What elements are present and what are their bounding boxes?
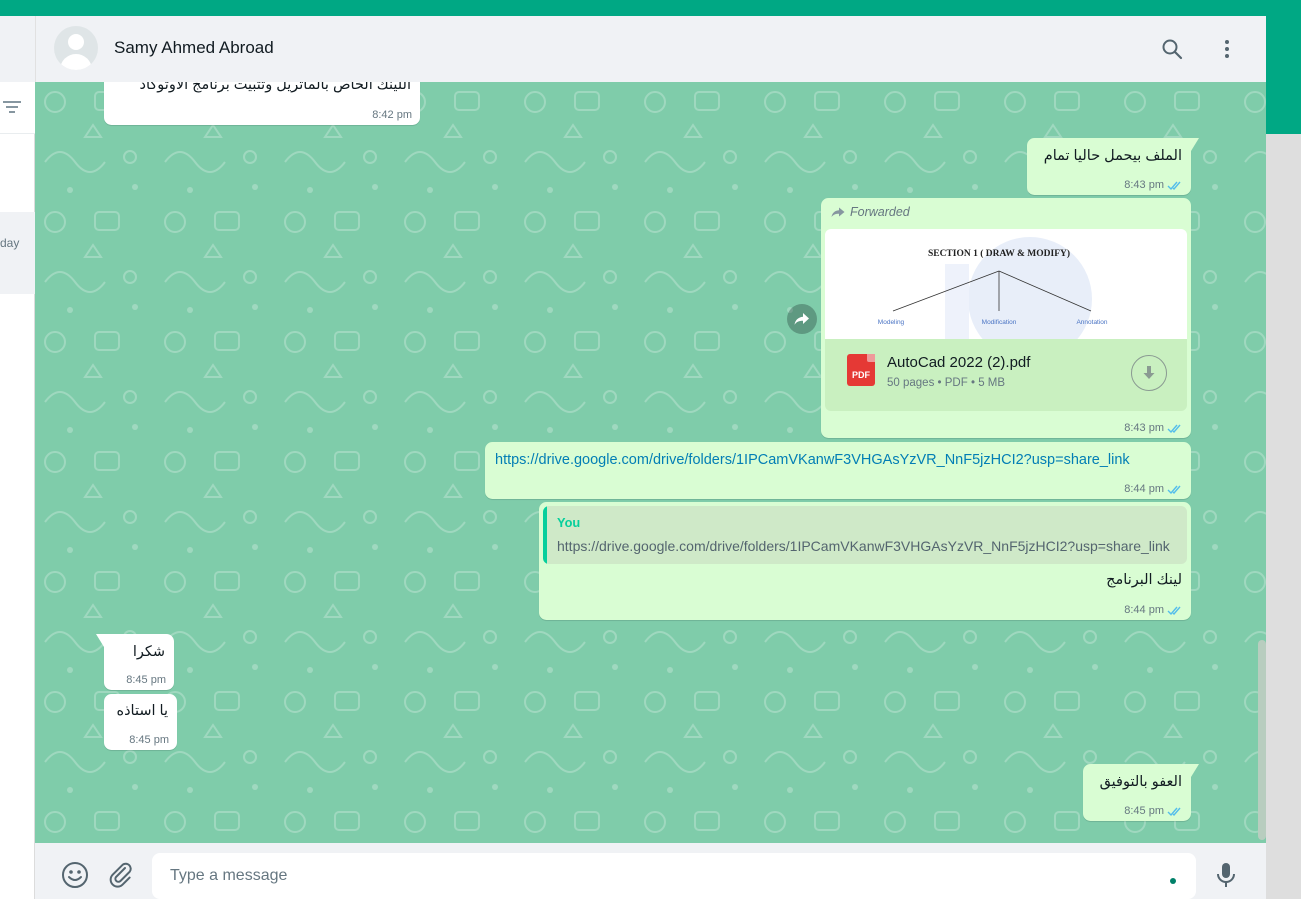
document-file-info: 50 pages • PDF • 5 MB: [887, 377, 1006, 389]
message-input[interactable]: [152, 853, 1196, 899]
message-time: 8:42 pm: [372, 109, 412, 121]
document-card[interactable]: PDF AutoCad 2022 (2).pdf 50 pages • PDF …: [825, 339, 1187, 411]
message-text: يا استاذه: [116, 703, 168, 719]
message-link[interactable]: https://drive.google.com/drive/folders/1…: [495, 452, 1130, 468]
message-outgoing[interactable]: العفو بالتوفيق 8:45 pm: [1083, 764, 1199, 821]
input-status-dot: [1170, 878, 1176, 884]
message-time: 8:45 pm: [126, 674, 166, 686]
quoted-text: https://drive.google.com/drive/folders/1…: [557, 538, 1170, 554]
message-text: العفو بالتوفيق: [1099, 774, 1182, 790]
message-outgoing-link[interactable]: https://drive.google.com/drive/folders/1…: [485, 442, 1191, 499]
message-time: 8:44 pm: [1124, 604, 1164, 616]
preview-node-annotation: Annotation: [1076, 319, 1107, 326]
message-incoming[interactable]: شكرا 8:45 pm: [96, 634, 174, 690]
forwarded-label: Forwarded: [831, 205, 910, 219]
message-incoming[interactable]: اللينك الخاص بالماتريل وتثبيت برنامج الا…: [104, 82, 420, 125]
message-composer: [35, 843, 1266, 899]
app-top-bar: [0, 0, 1301, 16]
contact-avatar[interactable]: [54, 26, 98, 70]
attach-icon[interactable]: [107, 861, 135, 889]
preview-node-modeling: Modeling: [878, 319, 905, 326]
message-text: اللينك الخاص بالماتريل وتثبيت برنامج الا…: [139, 82, 411, 93]
read-receipt-icon: [1167, 606, 1181, 615]
download-button[interactable]: [1131, 355, 1167, 391]
message-meta: 8:45 pm: [126, 674, 166, 686]
chat-scrollbar[interactable]: [1258, 640, 1266, 840]
message-time: 8:43 pm: [1124, 422, 1164, 434]
chat-list-item-time: day: [0, 236, 20, 250]
read-receipt-icon: [1167, 485, 1181, 494]
message-text: لينك البرنامج: [1106, 572, 1182, 588]
preview-title: SECTION 1 ( DRAW & MODIFY): [928, 248, 1070, 259]
download-icon: [1143, 366, 1155, 379]
message-incoming[interactable]: يا استاذه 8:45 pm: [104, 694, 177, 750]
message-time: 8:43 pm: [1124, 179, 1164, 191]
preview-node-modification: Modification: [982, 319, 1017, 326]
forward-arrow-icon: [794, 313, 809, 325]
search-icon[interactable]: [1160, 37, 1184, 61]
message-text: الملف بيحمل حاليا تمام: [1043, 148, 1182, 164]
chat-list-panel: day: [0, 16, 35, 899]
message-outgoing-reply[interactable]: You https://drive.google.com/drive/folde…: [539, 502, 1191, 620]
filter-icon[interactable]: [3, 100, 21, 114]
message-meta: 8:45 pm: [1124, 805, 1183, 817]
forward-button[interactable]: [787, 304, 817, 334]
background-accent: [1266, 16, 1301, 134]
message-meta: 8:44 pm: [1124, 483, 1183, 495]
message-outgoing-document[interactable]: Forwarded SECTION 1 ( DRAW & MODIFY) Mod…: [821, 198, 1191, 438]
chat-messages-area[interactable]: اللينك الخاص بالماتريل وتثبيت برنامج الا…: [35, 82, 1266, 843]
quoted-message[interactable]: You https://drive.google.com/drive/folde…: [543, 506, 1187, 564]
message-outgoing[interactable]: الملف بيحمل حاليا تمام 8:43 pm: [1027, 138, 1199, 195]
message-meta: 8:43 pm: [1124, 179, 1183, 191]
read-receipt-icon: [1167, 181, 1181, 190]
message-meta: 8:45 pm: [129, 734, 169, 746]
microphone-icon[interactable]: [1212, 861, 1240, 889]
chat-filter-bar: [0, 82, 35, 134]
read-receipt-icon: [1167, 807, 1181, 816]
document-preview-thumbnail[interactable]: SECTION 1 ( DRAW & MODIFY) Modeling Modi…: [825, 229, 1187, 339]
pdf-file-icon: PDF: [847, 354, 875, 386]
message-time: 8:44 pm: [1124, 483, 1164, 495]
contact-name[interactable]: Samy Ahmed Abroad: [114, 38, 274, 58]
forwarded-icon: [831, 207, 845, 217]
message-meta: 8:44 pm: [1124, 604, 1183, 616]
chat-list-item-selected[interactable]: day: [0, 212, 35, 294]
message-time: 8:45 pm: [129, 734, 169, 746]
message-text: شكرا: [132, 644, 165, 660]
background-strip: [1266, 134, 1301, 899]
message-meta: 8:42 pm: [372, 109, 412, 121]
message-meta: 8:43 pm: [1124, 422, 1183, 434]
message-time: 8:45 pm: [1124, 805, 1164, 817]
menu-dots-icon[interactable]: [1215, 37, 1239, 61]
document-preview-diagram: SECTION 1 ( DRAW & MODIFY) Modeling Modi…: [878, 237, 1108, 339]
quoted-author: You: [557, 515, 581, 530]
read-receipt-icon: [1167, 424, 1181, 433]
chat-list-header: [0, 16, 35, 82]
chat-header: Samy Ahmed Abroad: [35, 16, 1266, 82]
emoji-icon[interactable]: [61, 861, 89, 889]
document-file-name: AutoCad 2022 (2).pdf: [887, 354, 1031, 371]
